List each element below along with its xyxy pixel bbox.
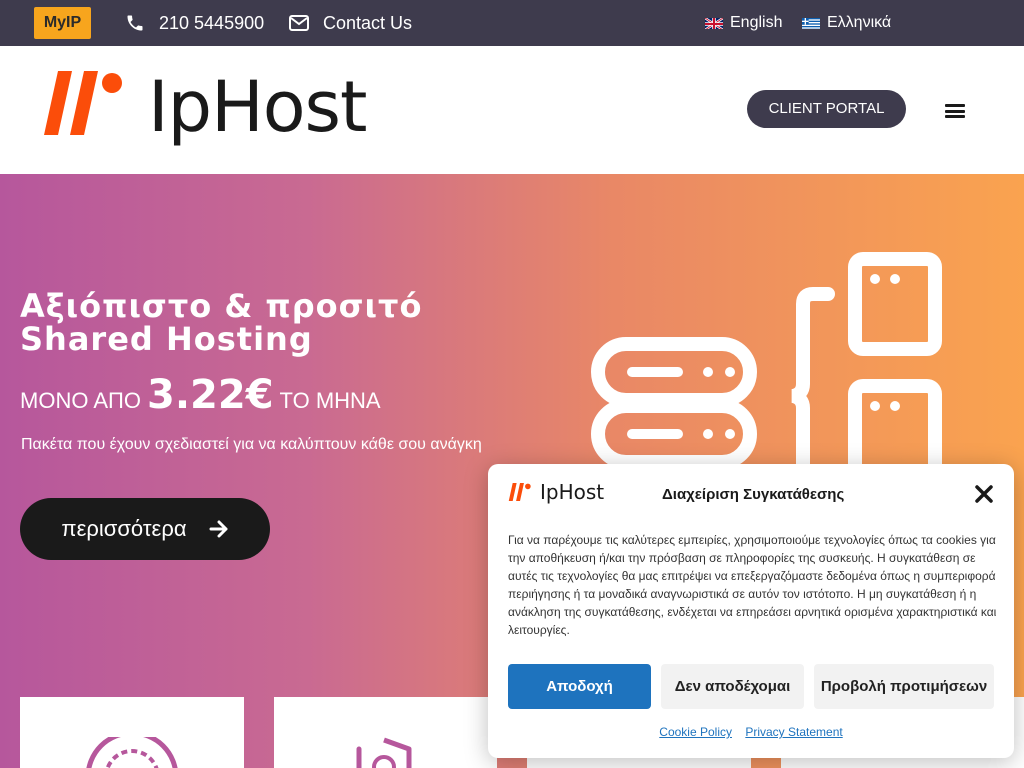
hero-title-line2: Shared Hosting (20, 320, 313, 358)
site-logo[interactable]: IpHost (44, 68, 367, 142)
consent-title: Διαχείριση Συγκατάθεσης (662, 486, 845, 503)
logo-mark-icon (44, 71, 122, 135)
more-button-label: περισσότερα (61, 516, 187, 541)
consent-links: Cookie Policy Privacy Statement (488, 725, 1014, 739)
client-portal-button[interactable]: CLIENT PORTAL (747, 90, 906, 128)
phone-icon (127, 15, 143, 31)
lang-english[interactable]: English (705, 12, 782, 34)
feature-card[interactable] (274, 697, 497, 768)
shield-icon (356, 737, 412, 768)
flag-greece-icon (802, 17, 820, 29)
phone-number: 210 5445900 (159, 12, 265, 33)
consent-logo-text: IpHost (540, 480, 605, 504)
lang-greek-label: Ελληνικά (827, 14, 892, 31)
hero-title: Αξιόπιστο & προσιτό Shared Hosting (20, 290, 422, 356)
cookie-consent-dialog: IpHost Διαχείριση Συγκατάθεσης Για να πα… (488, 464, 1014, 758)
flag-uk-icon (705, 17, 723, 29)
consent-logo: IpHost (508, 480, 604, 504)
top-bar: MyIP 210 5445900 Contact Us English Ελλη… (0, 0, 1024, 46)
menu-icon[interactable] (945, 104, 965, 118)
contact-label: Contact Us (323, 12, 413, 33)
lang-greek[interactable]: Ελληνικά (802, 12, 891, 34)
phone-link[interactable]: 210 5445900 (125, 12, 264, 34)
view-preferences-button[interactable]: Προβολή προτιμήσεων (814, 664, 994, 709)
site-header: IpHost CLIENT PORTAL (0, 46, 1024, 174)
accept-button[interactable]: Αποδοχή (508, 664, 651, 709)
logo-mark-icon (508, 483, 531, 501)
cookie-policy-link[interactable]: Cookie Policy (659, 725, 732, 739)
logo-text: IpHost (148, 66, 367, 148)
price-prefix: ΜΟΝΟ ΑΠΟ (20, 388, 142, 413)
envelope-icon (289, 15, 309, 31)
arrow-right-icon (209, 520, 228, 538)
price-line: ΜΟΝΟ ΑΠΟ 3.22€ ΤΟ ΜΗΝΑ (20, 372, 381, 418)
gauge-icon (86, 737, 178, 768)
close-icon[interactable] (974, 484, 994, 504)
hero-subtitle: Πακέτα που έχουν σχεδιαστεί για να καλύπ… (21, 436, 482, 453)
feature-card[interactable] (20, 697, 244, 768)
myip-button[interactable]: MyIP (34, 7, 91, 39)
consent-body: Για να παρέχουμε τις καλύτερες εμπειρίες… (508, 533, 997, 637)
privacy-statement-link[interactable]: Privacy Statement (745, 725, 842, 739)
lang-english-label: English (730, 14, 783, 31)
contact-link[interactable]: Contact Us (289, 12, 412, 34)
price-value: 3.22€ (147, 372, 274, 418)
price-suffix: ΤΟ ΜΗΝΑ (279, 388, 381, 413)
more-button[interactable]: περισσότερα (20, 498, 270, 560)
deny-button[interactable]: Δεν αποδέχομαι (661, 664, 804, 709)
